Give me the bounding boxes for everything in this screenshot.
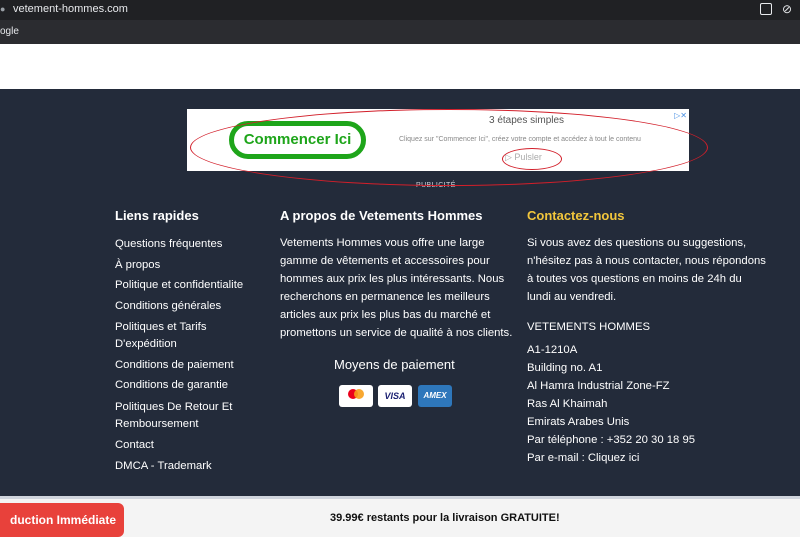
about-title: A propos de Vetements Hommes (280, 208, 483, 223)
link-privacy[interactable]: Politique et confidentialite (115, 276, 243, 295)
contact-title: Contactez-nous (527, 208, 625, 223)
link-payment-terms[interactable]: Conditions de paiement (115, 356, 234, 375)
contact-intro-2: n'hésitez pas à nous contacter, nous rép… (527, 255, 766, 267)
payment-title: Moyens de paiement (334, 357, 455, 372)
amex-icon: AMEX (418, 385, 452, 407)
link-warranty[interactable]: Conditions de garantie (115, 376, 228, 395)
address-line-2: Building no. A1 (527, 362, 603, 374)
address-line-5: Emirats Arabes Unis (527, 416, 630, 428)
address-bar[interactable]: vetement-hommes.com (13, 3, 128, 15)
bookmarks-bar: ogle (0, 20, 800, 44)
visa-icon: VISA (378, 385, 412, 407)
header-band (0, 44, 800, 89)
mastercard-icon (339, 385, 373, 407)
adchoices-icon[interactable]: ▷✕ (674, 111, 687, 120)
contact-email[interactable]: Par e-mail : Cliquez ici (527, 449, 639, 467)
about-line-4: recherchons en permanence les meilleurs (280, 291, 490, 303)
about-line-3: hommes aux prix les plus intéressants. N… (280, 273, 505, 285)
address-line-4: Ras Al Khaimah (527, 398, 608, 410)
bookmark-google[interactable]: ogle (0, 26, 19, 37)
contact-intro-4: lundi au vendredi. (527, 291, 617, 303)
about-line-6: promettons un service de qualité à nos c… (280, 327, 513, 339)
address-line-1: A1-1210A (527, 344, 578, 356)
about-line-2: gamme de vêtements et accessoires pour (280, 255, 490, 267)
link-returns-2[interactable]: Remboursement (115, 415, 199, 434)
free-shipping-text: 39.99€ restants pour la livraison GRATUI… (330, 512, 560, 524)
quick-links-title: Liens rapides (115, 208, 199, 223)
about-line-1: Vetements Hommes vous offre une large (280, 237, 485, 249)
browser-toolbar: ● vetement-hommes.com ⊘ (0, 0, 800, 20)
contact-phone: Par téléphone : +352 20 30 18 95 (527, 434, 696, 446)
annotation-circle-small (502, 148, 562, 170)
lock-icon: ● (0, 4, 6, 14)
annotation-circle (190, 109, 708, 186)
link-about[interactable]: À propos (115, 256, 160, 275)
contact-intro-3: à toutes vos questions en moins de 24h d… (527, 273, 742, 285)
address-line-3: Al Hamra Industrial Zone-FZ (527, 380, 670, 392)
contact-intro-1: Si vous avez des questions ou suggestion… (527, 237, 747, 249)
eye-off-icon[interactable]: ⊘ (782, 2, 792, 16)
link-contact[interactable]: Contact (115, 436, 154, 455)
about-line-5: articles aux prix les plus bas du marché… (280, 309, 491, 321)
link-faq[interactable]: Questions fréquentes (115, 235, 222, 254)
link-dmca[interactable]: DMCA - Trademark (115, 457, 212, 476)
qr-code-icon[interactable] (760, 3, 772, 15)
instant-discount-button[interactable]: duction Immédiate (0, 503, 124, 537)
link-shipping-2[interactable]: D'expédition (115, 335, 177, 354)
link-terms[interactable]: Conditions générales (115, 297, 221, 316)
company-name: VETEMENTS HOMMES (527, 321, 651, 333)
